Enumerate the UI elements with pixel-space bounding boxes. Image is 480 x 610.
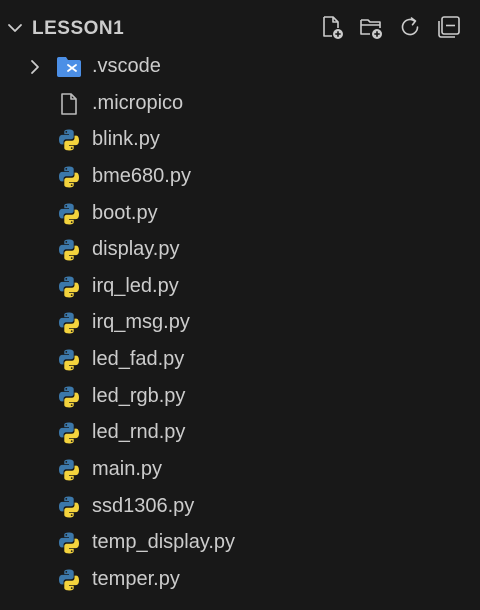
tree-item-vscode-folder[interactable]: .vscode — [0, 48, 480, 85]
python-icon — [56, 165, 82, 189]
tree-item-label: temper.py — [92, 567, 180, 590]
chevron-right-icon[interactable] — [26, 58, 44, 76]
explorer-actions — [319, 14, 462, 40]
python-icon — [56, 348, 82, 372]
python-icon — [56, 458, 82, 482]
python-icon — [56, 568, 82, 592]
tree-item-label: irq_led.py — [92, 274, 179, 297]
tree-item-label: bme680.py — [92, 164, 191, 187]
chevron-down-icon[interactable] — [6, 19, 24, 37]
tree-item-label: boot.py — [92, 201, 158, 224]
python-icon — [56, 275, 82, 299]
explorer-panel: LESSON1 .vscode .micropico blink.py bme6… — [0, 0, 480, 610]
tree-item-python-file[interactable]: led_fad.py — [0, 341, 480, 378]
new-folder-icon — [360, 19, 382, 39]
tree-item-python-file[interactable]: irq_led.py — [0, 268, 480, 305]
tree-item-python-file[interactable]: boot.py — [0, 195, 480, 232]
python-icon — [56, 238, 82, 262]
new-folder-button[interactable] — [358, 14, 384, 40]
collapse-all-icon — [438, 16, 460, 38]
tree-item-label: led_rnd.py — [92, 421, 186, 444]
tree-item-python-file[interactable]: ssd1306.py — [0, 488, 480, 525]
python-icon — [56, 495, 82, 519]
tree-item-python-file[interactable]: temp_display.py — [0, 524, 480, 561]
python-icon — [56, 311, 82, 335]
tree-item-file[interactable]: .micropico — [0, 85, 480, 122]
tree-item-label: main.py — [92, 458, 163, 481]
new-file-button[interactable] — [319, 14, 345, 40]
vscode-folder-icon — [56, 55, 82, 79]
tree-item-python-file[interactable]: led_rnd.py — [0, 414, 480, 451]
tree-item-label: led_fad.py — [92, 348, 185, 371]
tree-item-label: .vscode — [92, 55, 161, 77]
python-icon — [56, 385, 82, 409]
python-icon — [56, 421, 82, 445]
collapse-all-button[interactable] — [436, 14, 462, 40]
tree-item-python-file[interactable]: led_rgb.py — [0, 378, 480, 415]
tree-item-label: display.py — [92, 238, 180, 261]
file-tree: .vscode .micropico blink.py bme680.py bo… — [0, 48, 480, 598]
tree-item-python-file[interactable]: display.py — [0, 231, 480, 268]
tree-item-python-file[interactable]: irq_msg.py — [0, 304, 480, 341]
python-icon — [56, 128, 82, 152]
python-icon — [56, 531, 82, 555]
explorer-section-header[interactable]: LESSON1 — [0, 10, 480, 46]
tree-item-python-file[interactable]: temper.py — [0, 561, 480, 598]
new-file-icon — [323, 16, 343, 39]
tree-item-label: .micropico — [92, 91, 184, 114]
refresh-button[interactable] — [397, 14, 423, 40]
file-icon — [56, 92, 82, 116]
tree-item-python-file[interactable]: blink.py — [0, 121, 480, 158]
section-title: LESSON1 — [32, 18, 125, 39]
tree-item-label: blink.py — [92, 128, 160, 151]
refresh-icon — [401, 17, 419, 36]
tree-item-label: temp_display.py — [92, 531, 236, 554]
tree-item-label: led_rgb.py — [92, 384, 186, 407]
tree-item-python-file[interactable]: main.py — [0, 451, 480, 488]
tree-item-label: ssd1306.py — [92, 494, 195, 517]
python-icon — [56, 202, 82, 226]
tree-item-label: irq_msg.py — [92, 311, 190, 334]
tree-item-python-file[interactable]: bme680.py — [0, 158, 480, 195]
